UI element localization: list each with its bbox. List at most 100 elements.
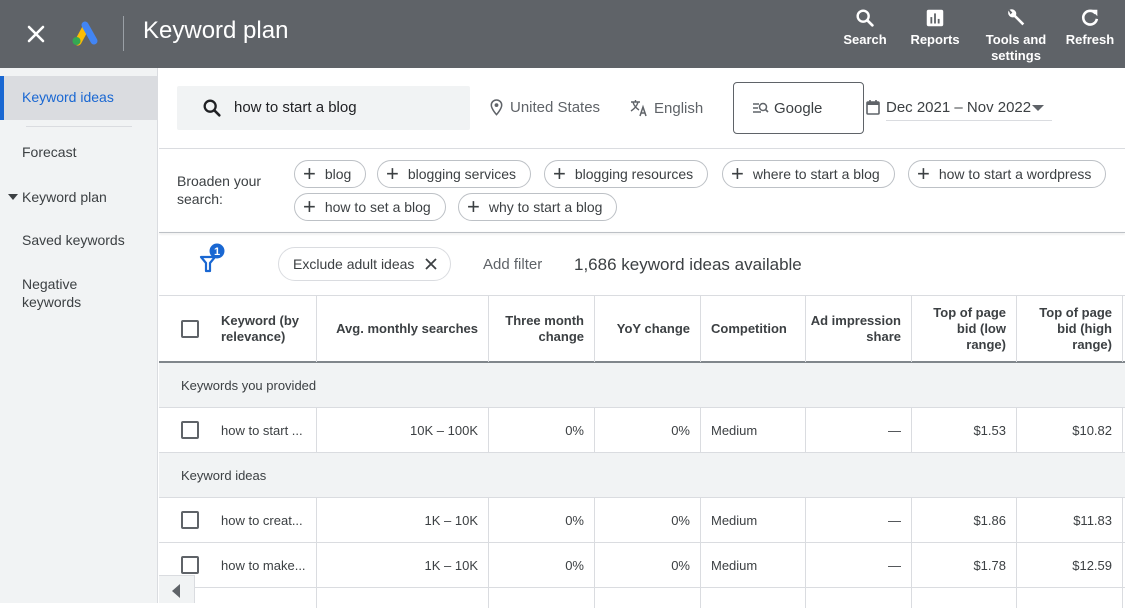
- three-month-cell: 0%: [489, 498, 595, 542]
- top-bar: Keyword plan Search Reports Tools and se…: [0, 0, 1125, 68]
- divider: [159, 232, 1125, 233]
- table-row[interactable]: how to creat... 1K – 10K 0% 0% Medium — …: [159, 498, 1125, 543]
- table-row[interactable]: how to make... 1K – 10K 0% 0% Medium — $…: [159, 543, 1125, 588]
- column-bid-low[interactable]: Top of page bid (low range): [912, 296, 1017, 362]
- section-header: Keyword ideas: [159, 453, 1125, 498]
- scroll-left-button[interactable]: [159, 575, 195, 603]
- bid-low-cell: $1.86: [912, 498, 1017, 542]
- keyword-cell: how to start ...: [221, 422, 303, 438]
- bid-high-cell: $11.83: [1017, 498, 1123, 542]
- select-all-checkbox[interactable]: [181, 320, 199, 338]
- caret-down-icon: [8, 194, 18, 200]
- bid-high-cell: $10.82: [1017, 408, 1123, 452]
- bid-high-cell: $12.59: [1017, 543, 1123, 587]
- reports-button-label: Reports: [910, 32, 960, 47]
- sidebar-item-label: Forecast: [22, 144, 77, 160]
- filter-count-badge: 1: [214, 246, 220, 258]
- row-checkbox[interactable]: [181, 421, 199, 439]
- sidebar-item-forecast[interactable]: Forecast: [0, 143, 158, 163]
- table-header: Keyword (by relevance) Avg. monthly sear…: [159, 295, 1125, 363]
- remove-filter-icon[interactable]: [424, 257, 438, 271]
- search-button-label: Search: [843, 32, 887, 47]
- section-header: Keywords you provided: [159, 363, 1125, 408]
- plus-icon: +: [303, 194, 316, 219]
- yoy-cell: 0%: [595, 408, 701, 452]
- chip-label: how to start a wordpress: [938, 166, 1092, 182]
- filter-button[interactable]: 1: [199, 243, 225, 273]
- close-icon: [27, 25, 45, 43]
- translate-icon: [630, 100, 647, 117]
- column-yoy-change[interactable]: YoY change: [595, 296, 701, 362]
- sidebar: Keyword ideas Forecast Keyword plan Save…: [0, 68, 158, 603]
- wrench-icon: [1008, 9, 1025, 26]
- competition-cell: Medium: [701, 543, 806, 587]
- language-value: English: [654, 99, 704, 117]
- plus-icon: +: [303, 161, 316, 186]
- sidebar-item-keyword-ideas[interactable]: Keyword ideas: [0, 76, 158, 120]
- sidebar-item-keyword-plan[interactable]: Keyword plan: [0, 187, 158, 207]
- broaden-chip[interactable]: + blogging resources: [544, 160, 709, 188]
- sidebar-item-negative-keywords[interactable]: Negative keywords: [0, 275, 110, 315]
- column-avg-monthly-searches[interactable]: Avg. monthly searches: [317, 296, 489, 362]
- dropdown-caret-icon: [1032, 105, 1044, 111]
- broaden-chip[interactable]: + blogging services: [377, 160, 532, 188]
- competition-cell: Medium: [701, 408, 806, 452]
- column-header-label: Top of page bid (high range): [1039, 305, 1112, 352]
- filter-icon: 1: [199, 243, 225, 273]
- add-filter-button[interactable]: Add filter: [483, 256, 542, 273]
- broaden-chip[interactable]: + how to start a wordpress: [908, 160, 1107, 188]
- plus-icon: +: [553, 161, 566, 186]
- sidebar-item-label: Keyword plan: [22, 189, 107, 205]
- page-title: Keyword plan: [143, 17, 289, 44]
- broaden-chip[interactable]: + blog: [294, 160, 367, 188]
- refresh-button[interactable]: Refresh: [1055, 0, 1125, 68]
- reports-button[interactable]: Reports: [905, 0, 965, 68]
- refresh-button-label: Refresh: [1065, 32, 1115, 47]
- impression-share-cell: —: [806, 498, 912, 542]
- filter-chip-exclude-adult[interactable]: Exclude adult ideas: [278, 247, 452, 281]
- tools-settings-button[interactable]: Tools and settings: [977, 0, 1055, 68]
- avg-searches-cell: 1K – 10K: [317, 543, 489, 587]
- column-ad-impression-share[interactable]: Ad impression share: [806, 296, 912, 362]
- avg-searches-cell: 10K – 100K: [317, 408, 489, 452]
- search-button[interactable]: Search: [835, 0, 895, 68]
- table-row-partial: [159, 588, 1125, 608]
- plus-icon: +: [467, 194, 480, 219]
- network-value: Google: [774, 99, 823, 117]
- search-network-selector[interactable]: Google: [733, 82, 864, 134]
- yoy-cell: 0%: [595, 498, 701, 542]
- column-three-month-change[interactable]: Three month change: [489, 296, 595, 362]
- column-header-label: Competition: [711, 321, 787, 336]
- close-button[interactable]: [22, 20, 50, 48]
- search-icon: [856, 9, 874, 27]
- column-competition[interactable]: Competition: [701, 296, 806, 362]
- search-icon: [203, 99, 221, 117]
- column-header-label: YoY change: [616, 321, 690, 336]
- chip-label: how to set a blog: [324, 199, 431, 215]
- location-pin-icon: [490, 99, 503, 116]
- search-value: how to start a blog: [234, 99, 357, 116]
- table-row[interactable]: how to start ... 10K – 100K 0% 0% Medium…: [159, 408, 1125, 453]
- row-checkbox[interactable]: [181, 556, 199, 574]
- tools-settings-label: Tools and settings: [985, 32, 1047, 63]
- location-selector[interactable]: United States: [489, 99, 600, 116]
- sidebar-item-saved-keywords[interactable]: Saved keywords: [0, 231, 158, 251]
- language-selector[interactable]: English: [630, 99, 703, 117]
- broaden-chip[interactable]: + why to start a blog: [458, 193, 618, 221]
- three-month-cell: 0%: [489, 408, 595, 452]
- row-checkbox[interactable]: [181, 511, 199, 529]
- impression-share-cell: —: [806, 408, 912, 452]
- date-range-selector[interactable]: Dec 2021 – Nov 2022: [866, 96, 1066, 122]
- broaden-chip[interactable]: + where to start a blog: [722, 160, 895, 188]
- google-ads-logo: [72, 21, 98, 46]
- keyword-search-input[interactable]: how to start a blog: [177, 86, 470, 130]
- chip-label: blog: [324, 166, 352, 182]
- keyword-ideas-count: 1,686 keyword ideas available: [574, 255, 802, 274]
- column-bid-high[interactable]: Top of page bid (high range): [1017, 296, 1123, 362]
- column-keyword[interactable]: Keyword (by relevance): [159, 296, 317, 362]
- column-header-label: Avg. monthly searches: [336, 321, 478, 336]
- filter-chip-label: Exclude adult ideas: [293, 256, 415, 272]
- bid-low-cell: $1.53: [912, 408, 1017, 452]
- broaden-chip[interactable]: + how to set a blog: [294, 193, 446, 221]
- location-value: United States: [510, 99, 601, 116]
